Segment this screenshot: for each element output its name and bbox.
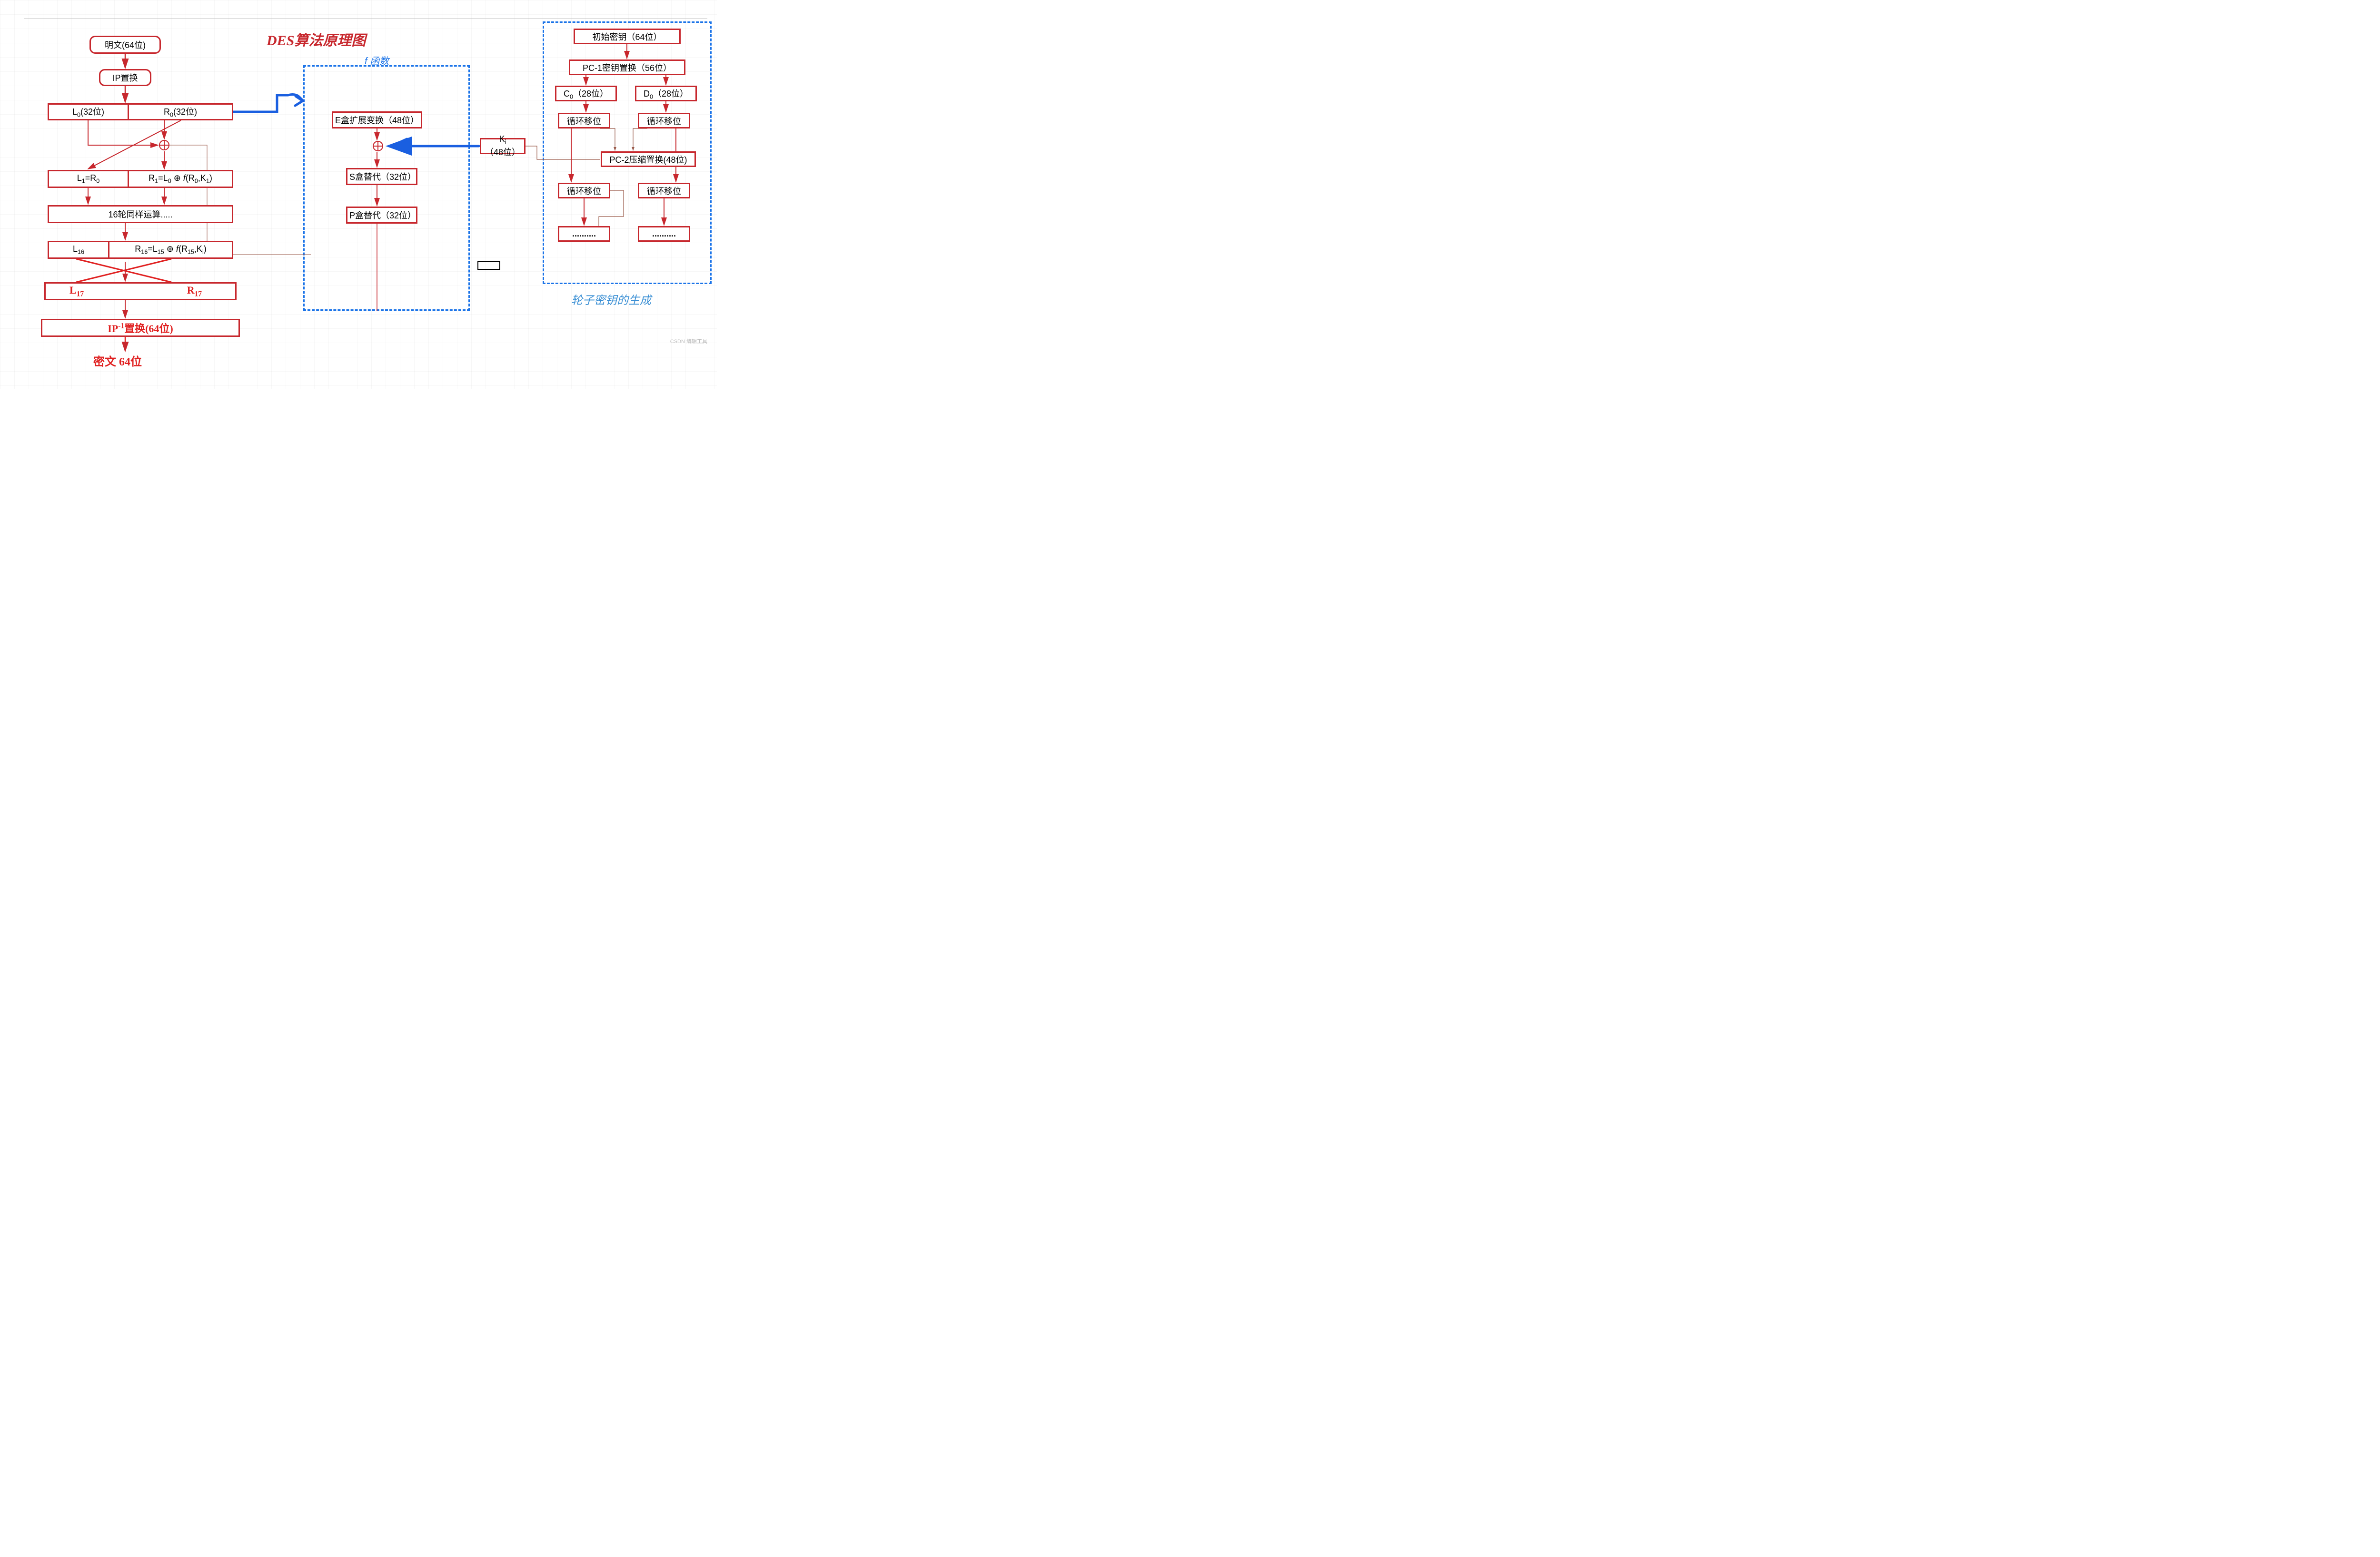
- l17-label: L17: [69, 284, 84, 298]
- r16-box: R16=L15 ⊕ f(R15,Ki): [109, 241, 233, 259]
- r0-label: R0(32位): [164, 105, 197, 118]
- watermark: CSDN 编辑工具: [670, 337, 707, 345]
- r1-box: R1=L0 ⊕ f(R0,K1): [129, 170, 233, 188]
- ip-perm-box: IP置换: [99, 69, 151, 86]
- pc1-box: PC-1密钥置换（56位）: [569, 59, 685, 75]
- r16-label: R16=L15 ⊕ f(R15,Ki): [135, 244, 207, 256]
- c0-label: C0（28位）: [564, 87, 608, 100]
- l17r17-box: L17 R17: [44, 282, 237, 300]
- l16-box: L16: [48, 241, 109, 259]
- diagram-title: DES算法原理图: [267, 29, 366, 49]
- key-gen-title: 轮子密钥的生成: [571, 291, 651, 307]
- f-function-frame: [303, 65, 470, 311]
- ebox: E盒扩展变换（48位）: [332, 111, 422, 128]
- plaintext-box: 明文(64位): [89, 36, 161, 54]
- c0-box: C0（28位）: [555, 86, 617, 101]
- shift-d2-box: 循环移位: [638, 183, 690, 198]
- r0-box: R0(32位): [129, 103, 233, 120]
- sbox: S盒替代（32位）: [346, 168, 417, 185]
- l1-label: L1=R0: [77, 173, 100, 185]
- dots-d-box: ..........: [638, 226, 690, 242]
- ki-label: Ki（48位）: [483, 134, 522, 158]
- xor-icon-round1: [159, 140, 169, 150]
- l0-box: L0(32位): [48, 103, 129, 120]
- shift-c1-box: 循环移位: [558, 113, 610, 128]
- l1-box: L1=R0: [48, 170, 129, 188]
- ki-box: Ki（48位）: [480, 138, 526, 154]
- ipinv-label: IP-1置换(64位): [108, 320, 173, 335]
- shift-c2-box: 循环移位: [558, 183, 610, 198]
- ipinv-box: IP-1置换(64位): [41, 319, 240, 337]
- shift-d1-box: 循环移位: [638, 113, 690, 128]
- ciphertext-label: 密文 64位: [93, 352, 142, 369]
- rounds-box: 16轮同样运算.....: [48, 205, 233, 223]
- r1-label: R1=L0 ⊕ f(R0,K1): [149, 173, 212, 185]
- l16-label: L16: [73, 244, 84, 256]
- initkey-box: 初始密钥（64位）: [574, 29, 681, 44]
- top-rule: [24, 18, 707, 19]
- d0-box: D0（28位）: [635, 86, 697, 101]
- dots-c-box: ..........: [558, 226, 610, 242]
- pbox: P盒替代（32位）: [346, 207, 417, 224]
- d0-label: D0（28位）: [644, 87, 688, 100]
- small-rect: [477, 261, 500, 270]
- r17-label: R17: [187, 284, 202, 298]
- l0-label: L0(32位): [72, 105, 104, 118]
- f-function-label: f 函数: [365, 53, 389, 67]
- pc2-box: PC-2压缩置换(48位): [601, 151, 696, 167]
- xor-icon-f: [373, 141, 383, 151]
